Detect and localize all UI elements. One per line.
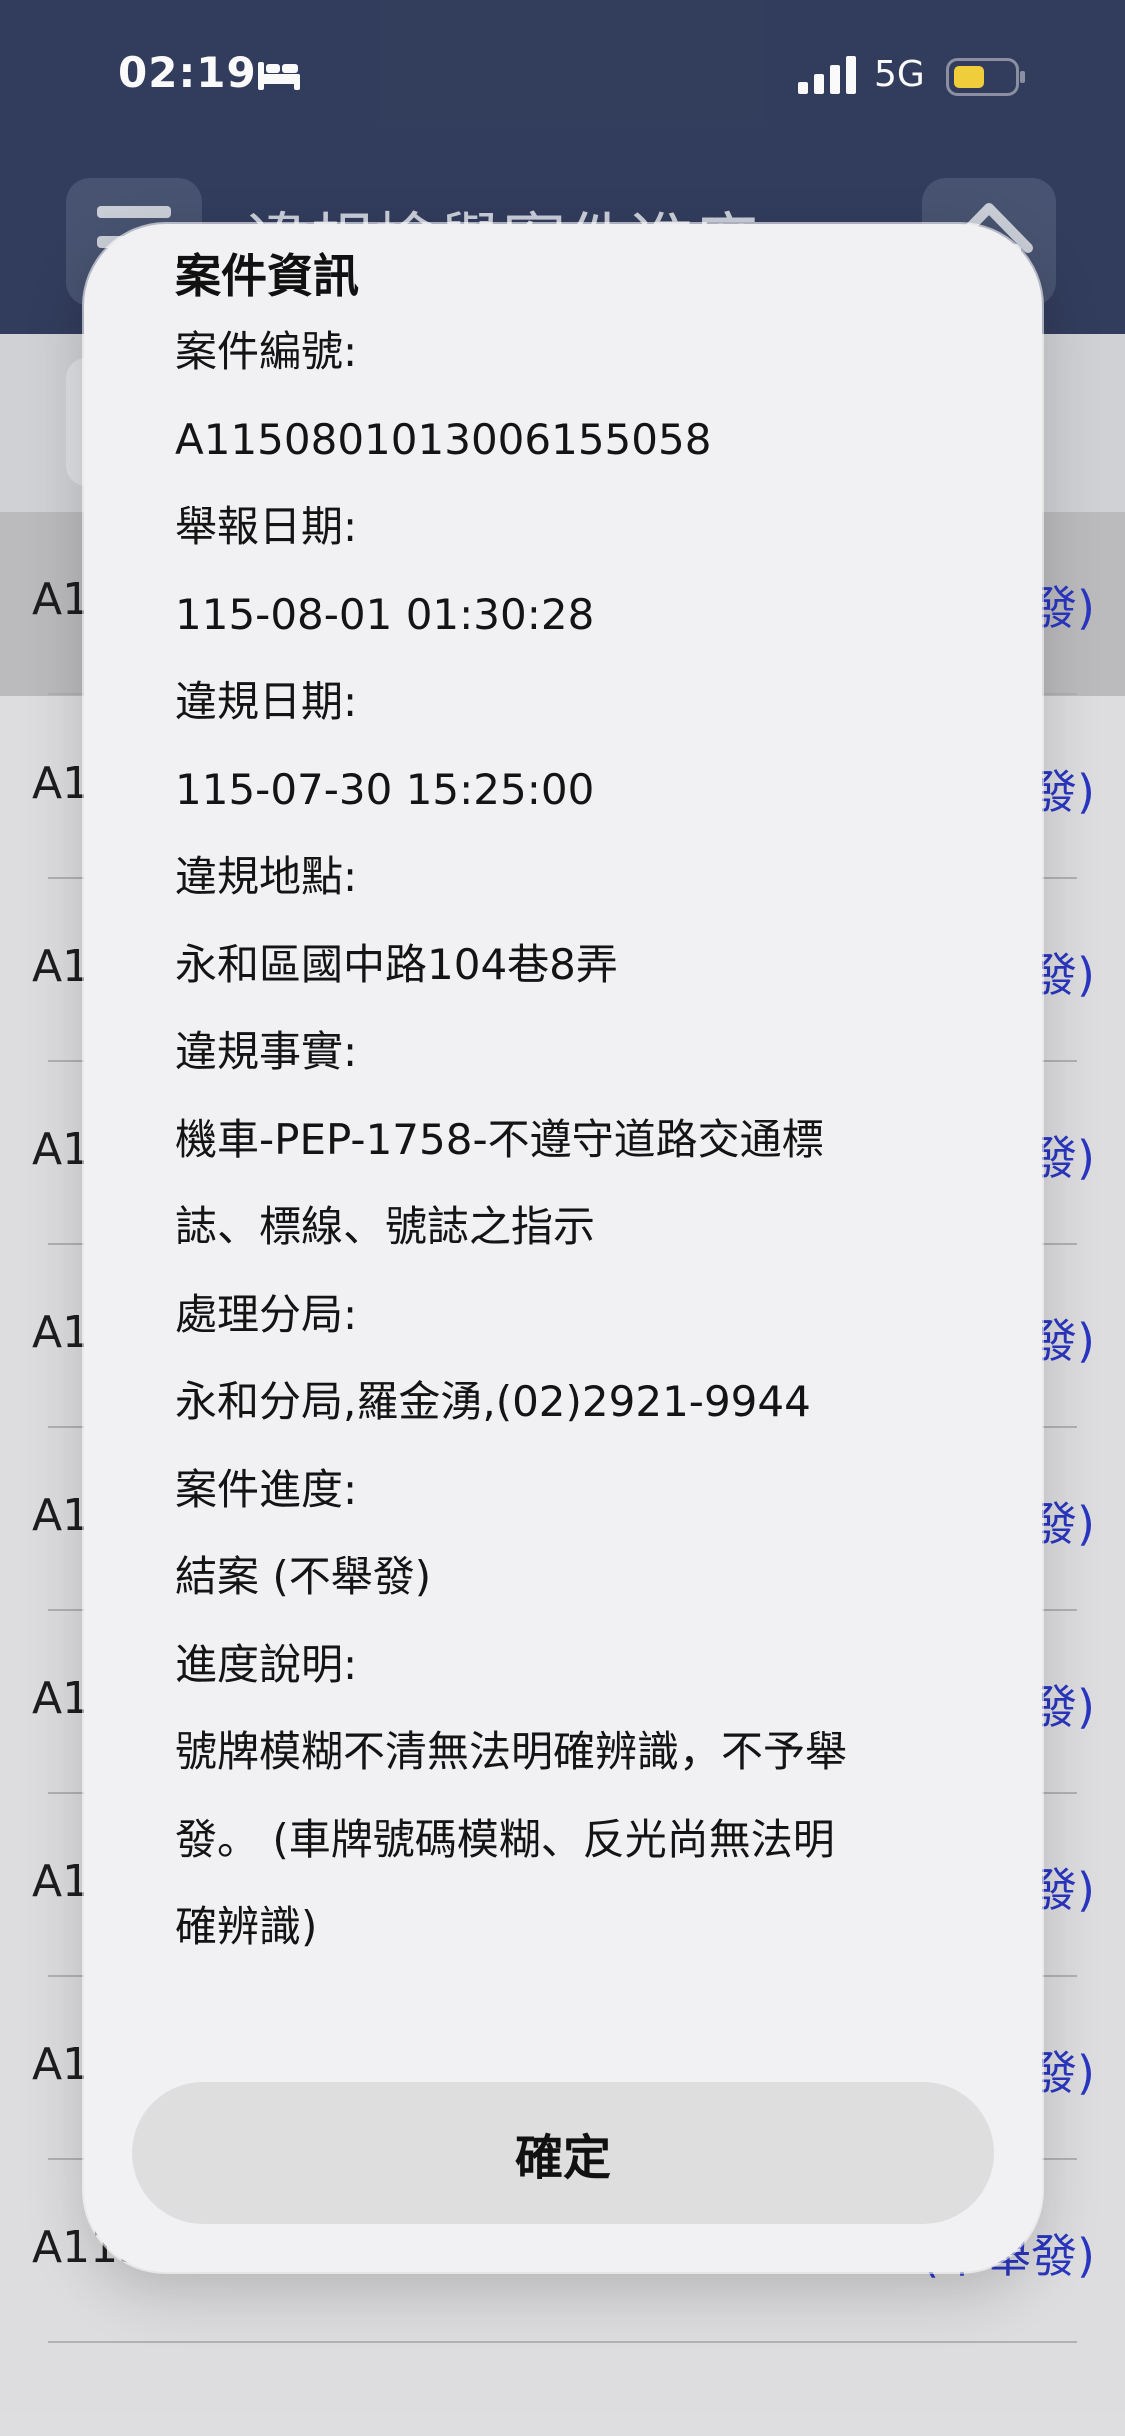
field-value: 永和區國中路104巷8弄 <box>175 939 618 989</box>
field-value: 115-07-30 15:25:00 <box>175 764 595 814</box>
field-label: 處理分局: <box>175 1289 358 1339</box>
field-value: A1150801013006155058 <box>175 414 712 464</box>
field-label: 案件編號: <box>175 327 358 376</box>
confirm-button[interactable]: 確定 <box>132 2082 994 2224</box>
field-value: 永和分局,羅金湧,(02)2921-9944 <box>175 1377 811 1426</box>
dialog-title: 案件資訊 <box>175 249 359 303</box>
field-value: 115-08-01 01:30:28 <box>175 589 595 639</box>
field-value: 機車-PEP-1758-不遵守道路交通標 誌、標線、號誌之指示 <box>175 1114 824 1252</box>
field-label: 違規事實: <box>175 1027 358 1076</box>
field-label: 案件進度: <box>175 1464 358 1514</box>
field-label: 違規地點: <box>175 852 358 901</box>
field-label: 舉報日期: <box>175 502 358 551</box>
dialog-body: 案件編號: A1150801013006155058 舉報日期: 115-08-01 … <box>175 308 975 1971</box>
field-value: 結案 (不舉發) <box>175 1552 432 1601</box>
field-value: 號牌模糊不清無法明確辨識，不予舉 發。 (車牌號碼模糊、反光尚無法明 確辨識) <box>175 1727 848 1951</box>
field-label: 違規日期: <box>175 677 358 726</box>
field-label: 進度說明: <box>175 1639 358 1689</box>
